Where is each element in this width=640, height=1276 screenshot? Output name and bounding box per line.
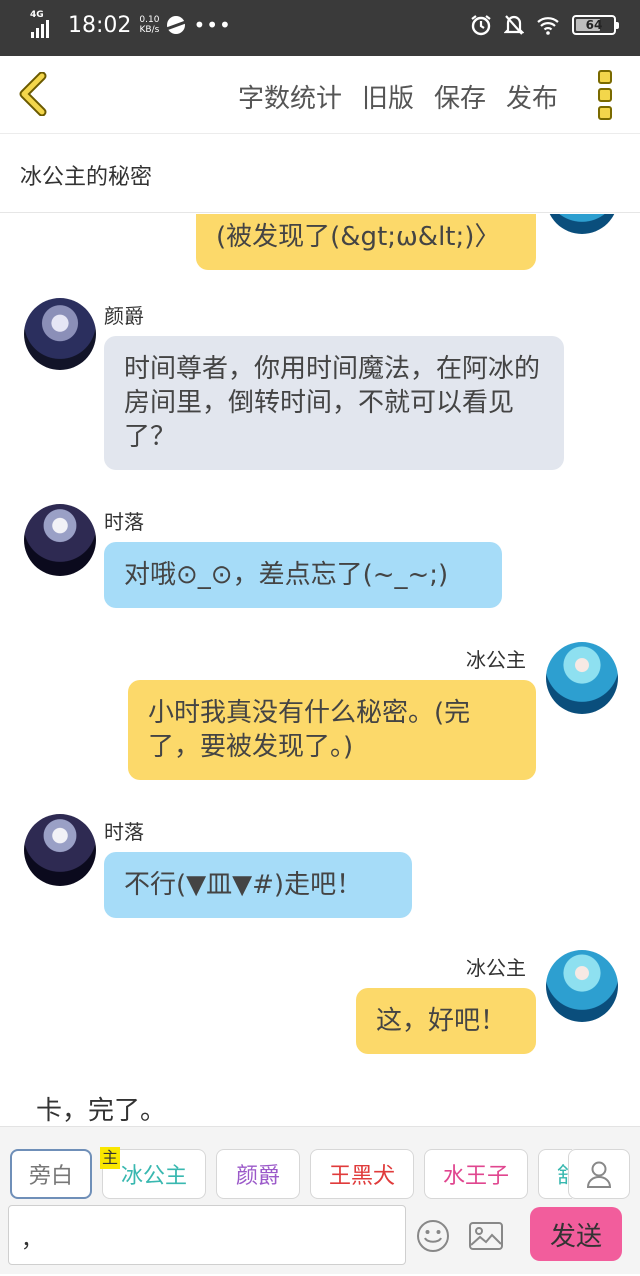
role-water-prince[interactable]: 水王子 — [424, 1149, 528, 1199]
composer-panel: 旁白 冰公主 颜爵 王黑犬 水王子 舒 主 ， 发送 — [0, 1126, 640, 1274]
mute-bell-icon — [504, 15, 524, 35]
publish-button[interactable]: 发布 — [506, 78, 558, 115]
chat-bubble[interactable]: 时间尊者，你用时间魔法，在阿冰的房间里，倒转时间，不就可以看见了？ — [104, 336, 564, 470]
story-title: 冰公主的秘密 — [20, 165, 153, 190]
wifi-icon — [537, 17, 559, 35]
editor-toolbar: 字数统计 旧版 保存 发布 — [0, 56, 640, 134]
status-time: 18:02 — [68, 12, 132, 38]
image-icon[interactable] — [468, 1221, 504, 1251]
word-count-button[interactable]: 字数统计 — [238, 78, 342, 115]
message-input[interactable]: ， — [8, 1205, 406, 1265]
avatar[interactable] — [24, 504, 96, 576]
send-button[interactable]: 发送 — [530, 1207, 622, 1261]
role-selector[interactable]: 旁白 冰公主 颜爵 王黑犬 水王子 舒 — [0, 1149, 572, 1201]
network-type: 4G — [30, 10, 44, 20]
app-notification-icon — [167, 16, 186, 34]
chat-area[interactable]: (被发现了(&gt;ω&lt;)〉 颜爵 时间尊者，你用时间魔法，在阿冰的房间里… — [0, 214, 640, 1126]
battery-level: 64 — [585, 18, 603, 32]
emoji-icon[interactable] — [416, 1219, 450, 1253]
alarm-icon — [471, 15, 491, 36]
role-wangheiquan[interactable]: 王黑犬 — [310, 1149, 414, 1199]
main-character-tag: 主 — [100, 1147, 121, 1169]
back-button[interactable] — [14, 71, 54, 117]
speaker-name: 冰公主 — [466, 956, 526, 980]
speaker-name: 时落 — [104, 820, 144, 844]
chat-bubble[interactable]: 对哦⊙_⊙，差点忘了(~_~;) — [104, 542, 502, 608]
story-title-bar[interactable]: 冰公主的秘密 — [0, 135, 640, 213]
chat-bubble[interactable]: 这，好吧！ — [356, 988, 536, 1054]
more-notifications-icon: ••• — [193, 13, 232, 37]
chat-bubble[interactable]: 小时我真没有什么秘密。(完了，要被发现了。) — [128, 680, 536, 780]
save-button[interactable]: 保存 — [434, 78, 486, 115]
role-narrator[interactable]: 旁白 — [10, 1149, 92, 1199]
signal-icon: 4G — [30, 10, 60, 38]
battery-icon: 64 — [572, 15, 619, 35]
network-speed: 0.10 KB/s — [139, 15, 160, 35]
narration-text[interactable]: 卡，完了。 — [36, 1090, 166, 1126]
add-role-button[interactable] — [568, 1149, 630, 1199]
avatar[interactable] — [546, 214, 618, 234]
status-bar: 4G 18:02 0.10 KB/s ••• 64 — [0, 0, 640, 56]
avatar[interactable] — [546, 950, 618, 1022]
avatar[interactable] — [24, 298, 96, 370]
old-version-button[interactable]: 旧版 — [362, 78, 414, 115]
more-menu-icon[interactable] — [598, 70, 614, 120]
avatar[interactable] — [24, 814, 96, 886]
chat-bubble[interactable]: 不行(▼皿▼#)走吧！ — [104, 852, 412, 918]
speaker-name: 颜爵 — [104, 304, 144, 328]
speaker-name: 冰公主 — [466, 648, 526, 672]
role-yanjue[interactable]: 颜爵 — [216, 1149, 300, 1199]
speaker-name: 时落 — [104, 510, 144, 534]
person-icon — [586, 1161, 612, 1188]
avatar[interactable] — [546, 642, 618, 714]
chevron-left-icon — [19, 71, 47, 117]
role-partial[interactable]: 舒 — [538, 1149, 572, 1199]
chat-bubble[interactable]: (被发现了(&gt;ω&lt;)〉 — [196, 214, 536, 270]
